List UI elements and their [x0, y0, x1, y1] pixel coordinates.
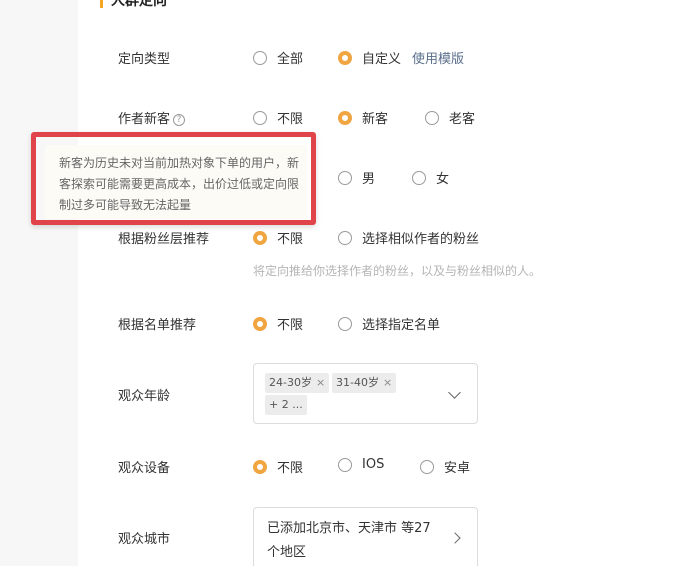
- radio-indicator: [412, 170, 426, 185]
- remove-tag-icon[interactable]: ×: [383, 376, 392, 389]
- radio-indicator: [420, 459, 434, 474]
- radio-label: 自定义: [362, 52, 402, 67]
- targeting-type-label: 定向类型: [118, 52, 171, 67]
- radio-label: 选择相似作者的粉丝: [362, 232, 480, 247]
- audience-age-label: 观众年龄: [118, 389, 171, 404]
- author-customer-old-radio[interactable]: 老客: [425, 108, 475, 127]
- device-ios-radio[interactable]: IOS: [338, 457, 384, 472]
- radio-indicator: [338, 50, 352, 65]
- radio-indicator: [253, 110, 267, 125]
- help-icon[interactable]: ?: [173, 114, 186, 126]
- radio-label: 不限: [277, 112, 304, 127]
- author-customer-unlimited-radio[interactable]: 不限: [253, 108, 303, 127]
- gender-male-radio[interactable]: 男: [338, 168, 375, 187]
- section-title-text: 人群定向: [111, 0, 167, 9]
- more-tags-badge: + 2 ...: [265, 395, 307, 415]
- fan-layer-unlimited-radio[interactable]: 不限: [253, 228, 303, 247]
- radio-indicator: [338, 316, 352, 331]
- radio-label: 全部: [277, 52, 304, 67]
- radio-label: IOS: [362, 457, 385, 472]
- section-accent-bar: [100, 0, 103, 8]
- name-list-specific-radio[interactable]: 选择指定名单: [338, 314, 440, 333]
- tooltip-text: 新客为历史未对当前加热对象下单的用户，新客探索可能需要更高成本，出价过低或定向限…: [59, 156, 300, 212]
- use-template-link[interactable]: 使用模版: [412, 48, 464, 67]
- radio-label: 男: [362, 172, 376, 187]
- fan-layer-hint: 将定向推给你选择作者的粉丝，以及与粉丝相似的人。: [253, 264, 542, 278]
- radio-label: 不限: [277, 461, 304, 476]
- gender-female-radio[interactable]: 女: [412, 168, 449, 187]
- radio-indicator: [338, 457, 352, 472]
- name-list-unlimited-radio[interactable]: 不限: [253, 314, 303, 333]
- help-tooltip: 新客为历史未对当前加热对象下单的用户，新客探索可能需要更高成本，出价过低或定向限…: [45, 145, 307, 219]
- radio-indicator: [338, 230, 352, 245]
- remove-tag-icon[interactable]: ×: [316, 376, 325, 389]
- audience-age-select[interactable]: 24-30岁 × 31-40岁 × + 2 ...: [253, 363, 478, 424]
- targeting-type-custom-radio[interactable]: 自定义: [338, 48, 401, 67]
- age-tag: 31-40岁 ×: [332, 373, 397, 393]
- audience-city-selector[interactable]: 已添加北京市、天津市 等27个地区: [253, 507, 478, 566]
- radio-indicator: [253, 230, 267, 245]
- radio-label: 安卓: [444, 461, 471, 476]
- age-tag-label: 24-30岁: [269, 376, 312, 389]
- radio-indicator: [338, 110, 352, 125]
- form-panel: [78, 0, 680, 566]
- chevron-right-icon: [449, 532, 461, 544]
- radio-label: 不限: [277, 232, 304, 247]
- fan-layer-label: 根据粉丝层推荐: [118, 232, 210, 247]
- fan-layer-similar-authors-radio[interactable]: 选择相似作者的粉丝: [338, 228, 479, 247]
- age-tag-label: 31-40岁: [336, 376, 379, 389]
- chevron-down-icon[interactable]: [448, 386, 461, 399]
- radio-label: 新客: [362, 112, 389, 127]
- radio-indicator: [253, 459, 267, 474]
- radio-label: 选择指定名单: [362, 318, 441, 333]
- radio-indicator: [338, 170, 352, 185]
- radio-label: 老客: [449, 112, 476, 127]
- author-new-customer-label: 作者新客?: [118, 108, 186, 127]
- radio-label: 女: [436, 172, 450, 187]
- author-customer-new-radio[interactable]: 新客: [338, 108, 388, 127]
- name-list-label: 根据名单推荐: [118, 318, 197, 333]
- radio-indicator: [253, 316, 267, 331]
- audience-city-label: 观众城市: [118, 532, 171, 547]
- age-tag: 24-30岁 ×: [265, 373, 330, 393]
- audience-city-value: 已添加北京市、天津市 等27个地区: [267, 521, 431, 560]
- radio-indicator: [425, 110, 439, 125]
- device-unlimited-radio[interactable]: 不限: [253, 457, 303, 476]
- radio-indicator: [253, 50, 267, 65]
- author-new-customer-label-text: 作者新客: [118, 112, 171, 127]
- targeting-type-all-radio[interactable]: 全部: [253, 48, 303, 67]
- section-title: 人群定向: [100, 0, 167, 10]
- device-android-radio[interactable]: 安卓: [420, 457, 470, 476]
- radio-label: 不限: [277, 318, 304, 333]
- audience-device-label: 观众设备: [118, 461, 171, 476]
